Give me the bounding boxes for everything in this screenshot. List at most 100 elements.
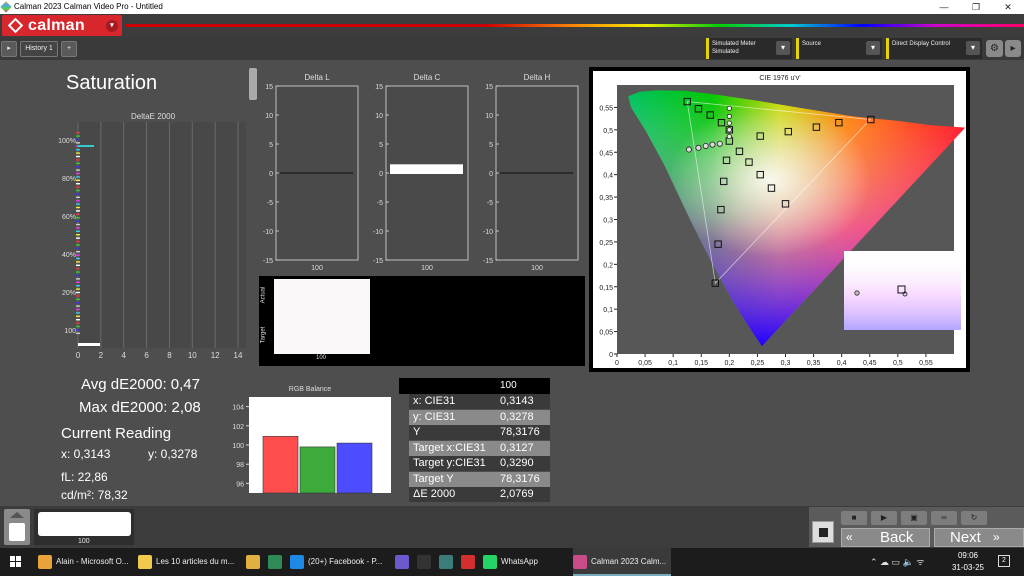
y-tick-label: 80%: [62, 176, 76, 183]
taskbar-item[interactable]: Calman 2023 Calm...: [573, 548, 671, 576]
app-icon: [461, 554, 475, 569]
clock-date[interactable]: 31-03-25: [948, 563, 988, 572]
maximize-button[interactable]: ❐: [961, 0, 991, 14]
y-tick-label: 60%: [62, 214, 76, 221]
taskbar-item[interactable]: Les 10 articles du m...: [138, 548, 244, 576]
de-tick-marker: [76, 281, 80, 283]
minimize-button[interactable]: —: [929, 0, 959, 14]
row-value: 0,3143: [500, 395, 534, 407]
avg-de-value: Avg dE2000: 0,47: [81, 376, 200, 393]
chevron-down-icon: ▾: [966, 41, 980, 55]
expand-button[interactable]: ▸: [1005, 40, 1021, 57]
y-tick-label: -15: [483, 258, 493, 265]
cie-target-point: [726, 113, 732, 119]
de-tick-marker: [76, 227, 80, 229]
delta-charts: Delta L151050-5-10-15100 Delta C151050-5…: [263, 73, 579, 272]
app-icon: [268, 554, 282, 569]
back-arrow-icon: «: [846, 530, 853, 544]
gear-icon[interactable]: ⚙: [986, 40, 1003, 57]
de-tick-marker: [76, 315, 80, 317]
y-tick-label: 98: [236, 462, 244, 469]
taskbar-item[interactable]: [395, 548, 415, 576]
add-tab-button[interactable]: +: [61, 41, 77, 57]
y-tick-label: -15: [373, 258, 383, 265]
play-button[interactable]: ▶: [871, 511, 897, 525]
de-tick-marker: [76, 135, 80, 137]
close-button[interactable]: ✕: [993, 0, 1023, 14]
app-icon: [38, 554, 52, 569]
delta-l-chart: Delta L 15 10 5 0 -5 -10 -15 100: [263, 73, 359, 272]
cie-inset-bg: [844, 251, 961, 330]
de-bar: [78, 343, 100, 346]
back-button[interactable]: « Back: [841, 528, 930, 547]
source-selector[interactable]: Source ▾: [796, 38, 882, 59]
y-tick-label: 15: [265, 84, 273, 91]
refresh-icon[interactable]: ↻: [961, 511, 987, 525]
x-tick-label: 0,05: [638, 360, 652, 367]
cie-target-point: [685, 146, 692, 153]
save-icon[interactable]: ▣: [901, 511, 927, 525]
y-tick-label: 20%: [62, 290, 76, 297]
readings-header: 100: [409, 378, 550, 394]
clock-time[interactable]: 09:06: [948, 551, 988, 560]
x-tick-label: 0,35: [807, 360, 821, 367]
taskbar-item[interactable]: [268, 548, 288, 576]
inset-point: [854, 290, 860, 296]
de-tick-marker: [76, 213, 80, 215]
meter-selector[interactable]: Simulated Meter Simulated ▾: [706, 38, 792, 59]
rgb-balance-title: RGB Balance: [289, 386, 332, 393]
taskbar: Alain - Microsoft O... Les 10 articles du…: [0, 548, 1024, 576]
thumbnail-patch[interactable]: [38, 512, 131, 536]
y-tick-label: 0,45: [599, 150, 613, 157]
scroll-handle[interactable]: [249, 68, 257, 100]
de-tick-marker: [76, 302, 80, 304]
row-value: 0,3290: [500, 457, 534, 469]
windows-start-icon[interactable]: [10, 556, 22, 568]
next-label: Next: [950, 529, 981, 546]
stop-button[interactable]: [812, 521, 834, 543]
de-tick-marker: [76, 305, 80, 307]
taskbar-item[interactable]: [461, 548, 481, 576]
x-tick-label: 2: [99, 351, 104, 360]
taskbar-item[interactable]: [417, 548, 437, 576]
tab-history-1[interactable]: History 1: [20, 41, 58, 57]
x-tick-label: 6: [144, 351, 149, 360]
row-key: Target x:CIE31: [413, 441, 486, 454]
taskbar-item[interactable]: Alain - Microsoft O...: [38, 548, 136, 576]
calman-menu-button[interactable]: calman ▾: [2, 15, 122, 36]
de-tick-marker: [76, 166, 80, 168]
system-tray[interactable]: ⌃ ☁ ▭ 🔈 ᯤ: [870, 548, 960, 576]
cie-target-point: [709, 141, 716, 148]
thumbnail-toggle[interactable]: [4, 509, 30, 545]
deltae-chart: DeltaE 2000 0 2 4 6 8 10 12 14 100% 80% 60% 40% 20% 1…: [58, 112, 246, 360]
app-icon: [483, 554, 497, 569]
de-tick-marker: [76, 186, 80, 188]
panel-toggle-button[interactable]: ▸: [1, 41, 17, 57]
y-tick-label: 10: [485, 113, 493, 120]
display-selector[interactable]: Direct Display Control ▾: [886, 38, 982, 59]
x-tick-label: 8: [167, 351, 172, 360]
de-tick-marker: [76, 142, 80, 144]
taskbar-item[interactable]: [439, 548, 459, 576]
app-icon: [573, 554, 587, 569]
row-value: 2,0769: [500, 488, 534, 500]
taskbar-item[interactable]: (20+) Facebook - P...: [290, 548, 393, 576]
de-tick-marker: [76, 271, 80, 273]
table-row: y: CIE31 0,3278: [409, 409, 550, 425]
notification-icon[interactable]: 2: [998, 555, 1010, 567]
de-tick-marker: [76, 244, 80, 246]
taskbar-item[interactable]: WhatsApp: [483, 548, 571, 576]
chevron-down-icon: ▾: [106, 20, 118, 32]
taskbar-item[interactable]: [246, 548, 266, 576]
y-tick-label: 102: [232, 424, 244, 431]
next-button[interactable]: Next »: [934, 528, 1024, 547]
cie-target-point: [726, 133, 732, 140]
y-tick-label: 0: [609, 352, 613, 359]
record-stop-button[interactable]: ■: [841, 511, 867, 525]
chevron-down-icon: ▾: [866, 41, 880, 55]
taskbar-item-label: Calman 2023 Calm...: [591, 557, 667, 566]
y-tick-label: 0,5: [603, 128, 613, 135]
link-icon[interactable]: ∞: [931, 511, 957, 525]
y-tick-label: 0,1: [603, 307, 613, 314]
x-tick-label: 0,15: [694, 360, 708, 367]
